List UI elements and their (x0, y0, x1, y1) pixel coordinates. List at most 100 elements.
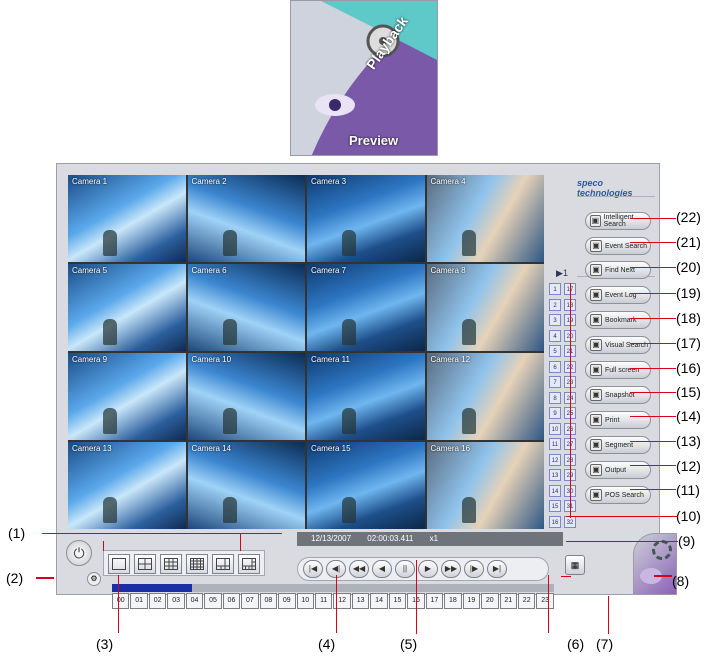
hour-cell[interactable]: 15 (388, 593, 407, 609)
channel-button[interactable]: 15 (549, 500, 561, 512)
channel-button[interactable]: 2 (549, 298, 561, 311)
right-button[interactable]: ▣ Visual Search (585, 336, 651, 354)
hour-cell[interactable]: 22 (517, 593, 536, 609)
right-button[interactable]: ▣ Event Search (585, 237, 651, 255)
hour-cell[interactable]: 09 (278, 593, 296, 609)
channel-button[interactable]: 1 (549, 283, 561, 295)
hour-cell[interactable]: 17 (425, 593, 444, 609)
hour-cell[interactable]: 10 (296, 593, 314, 609)
camera-grid: Camera 1 Camera 2 Camera 3 Camera 4 Camera 5… (68, 175, 544, 529)
callout-line (630, 218, 676, 219)
layout-4x4-button[interactable] (186, 554, 208, 574)
event-log-icon: ▣ (590, 289, 602, 301)
calendar-button[interactable]: ▦ (565, 555, 585, 575)
hour-cell[interactable]: 08 (259, 593, 278, 609)
fast-forward-button[interactable]: ▶▶ (441, 560, 461, 578)
right-button[interactable]: ▣ Print (585, 411, 651, 429)
hour-cell[interactable]: 07 (241, 593, 259, 609)
channel-button[interactable]: 5 (549, 345, 561, 357)
channel-button[interactable]: 13 (549, 469, 561, 481)
hour-cell[interactable]: 18 (444, 593, 462, 609)
hour-cell[interactable]: 21 (499, 593, 517, 609)
hour-cell[interactable]: 04 (185, 593, 204, 609)
channel-button[interactable]: 9 (549, 407, 561, 419)
camera-tile[interactable]: Camera 12 (426, 353, 544, 440)
camera-tile[interactable]: Camera 8 (426, 264, 544, 351)
hour-cell[interactable]: 02 (148, 593, 167, 609)
hour-cell[interactable]: 14 (370, 593, 388, 609)
hour-cell[interactable]: 06 (222, 593, 241, 609)
fast-rewind-button[interactable]: ◀◀ (349, 560, 369, 578)
layout-1plus7-button[interactable] (238, 554, 260, 574)
channel-button[interactable]: 16 (549, 515, 561, 528)
callout-line (103, 541, 104, 551)
channel-button[interactable]: 8 (549, 391, 561, 404)
right-button[interactable]: ▣ Event Log (585, 286, 651, 304)
camera-tile[interactable]: Camera 2 (187, 175, 305, 262)
fullscreen-icon: ▣ (590, 364, 602, 376)
right-button[interactable]: ▣ Segment (585, 436, 651, 454)
right-button[interactable]: ▣ Intelligent Search (585, 212, 651, 230)
channel-button[interactable]: 11 (549, 438, 561, 450)
camera-tile[interactable]: Camera 1 (68, 175, 186, 262)
hour-cell[interactable]: 11 (314, 593, 333, 609)
channel-button[interactable]: 6 (549, 360, 561, 373)
timeline-track[interactable] (112, 584, 554, 592)
mode-badge[interactable]: Playback Preview (290, 0, 438, 156)
callout-line (566, 516, 678, 517)
camera-scene (342, 497, 357, 523)
layout-3x3-button[interactable] (160, 554, 182, 574)
camera-tile[interactable]: Camera 3 (307, 175, 425, 262)
camera-tile[interactable]: Camera 16 (426, 442, 544, 529)
right-button[interactable]: ▣ Output (585, 461, 651, 479)
camera-label: Camera 16 (430, 444, 471, 453)
channel-button[interactable]: 14 (549, 484, 561, 497)
camera-tile[interactable]: Camera 11 (307, 353, 425, 440)
power-button[interactable]: ⏻ (66, 540, 92, 566)
pause-button[interactable]: || (395, 560, 415, 578)
go-to-end-button[interactable]: ▶| (487, 560, 507, 578)
camera-tile[interactable]: Camera 5 (68, 264, 186, 351)
preview-playback-switch[interactable] (633, 533, 677, 595)
camera-tile[interactable]: Camera 4 (426, 175, 544, 262)
go-to-start-button[interactable]: |◀ (303, 560, 323, 578)
reverse-play-button[interactable]: ◀ (372, 560, 392, 578)
callout-label: (5) (400, 636, 418, 652)
callout-line (42, 533, 282, 534)
camera-tile[interactable]: Camera 14 (187, 442, 305, 529)
callout-label: (16) (676, 360, 701, 376)
hour-cell[interactable]: 20 (481, 593, 499, 609)
hour-cell[interactable]: 00 (112, 593, 130, 609)
layout-2x2-button[interactable] (134, 554, 156, 574)
camera-label: Camera 13 (72, 444, 112, 453)
callout-line (630, 293, 676, 294)
hour-cell[interactable]: 05 (204, 593, 222, 609)
hour-cell[interactable]: 03 (167, 593, 185, 609)
hour-cell[interactable]: 19 (462, 593, 481, 609)
channel-button[interactable]: 4 (549, 329, 561, 342)
camera-tile[interactable]: Camera 7 (307, 264, 425, 351)
hour-cell[interactable]: 23 (536, 593, 554, 609)
channel-button[interactable]: 7 (549, 376, 561, 388)
layout-1plus5-button[interactable] (212, 554, 234, 574)
next-frame-button[interactable]: |▶ (464, 560, 484, 578)
camera-tile[interactable]: Camera 10 (187, 353, 305, 440)
hour-cell[interactable]: 13 (351, 593, 370, 609)
settings-button[interactable]: ⚙ (87, 572, 101, 586)
find-next-icon: ▣ (590, 264, 602, 276)
camera-tile[interactable]: Camera 6 (187, 264, 305, 351)
channel-button[interactable]: 12 (549, 453, 561, 466)
layout-1x1-button[interactable] (108, 554, 130, 574)
camera-tile[interactable]: Camera 13 (68, 442, 186, 529)
right-button[interactable]: ▣ Find Next (585, 261, 651, 279)
play-button[interactable]: ▶ (418, 560, 438, 578)
hour-cell[interactable]: 01 (130, 593, 148, 609)
camera-scene (342, 408, 357, 434)
channel-button[interactable]: 10 (549, 422, 561, 435)
right-button[interactable]: ▣ Snapshot (585, 386, 651, 404)
camera-tile[interactable]: Camera 9 (68, 353, 186, 440)
right-button[interactable]: ▣ Bookmark (585, 311, 651, 329)
channel-button[interactable]: 3 (549, 314, 561, 326)
camera-tile[interactable]: Camera 15 (307, 442, 425, 529)
right-button[interactable]: ▣ Full screen (585, 361, 651, 379)
